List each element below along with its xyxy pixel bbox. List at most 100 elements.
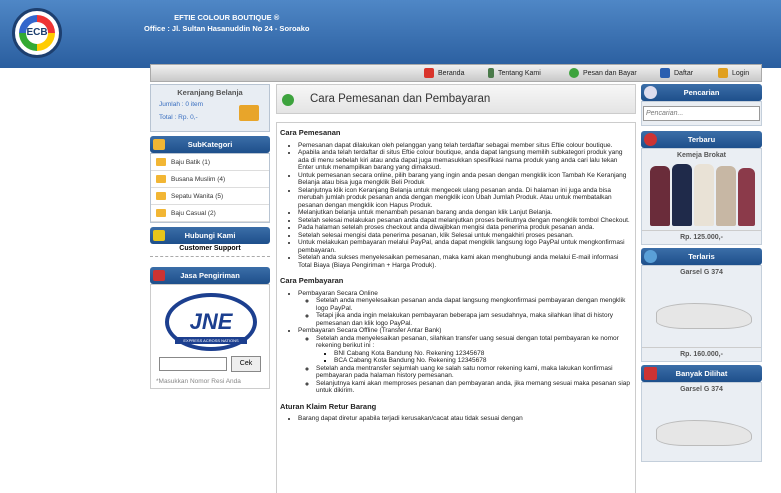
page-title: Cara Pemesanan dan Pembayaran (310, 93, 491, 105)
logo-text: ECB (26, 22, 48, 44)
product-name[interactable]: Garsel G 374 (642, 266, 761, 279)
list-item: Pada halaman setelah proses checkout and… (298, 224, 632, 232)
cart-title: Keranjang Belanja (177, 88, 243, 97)
jne-logo-sub: EXPRESS ACROSS NATIONS (175, 337, 247, 344)
product-image[interactable] (646, 396, 757, 464)
cart-icon[interactable] (239, 105, 259, 121)
list-item: Pemesanan dapat dilakukan oleh pelanggan… (298, 142, 632, 150)
brand: EFTIE COLOUR BOUTIQUE ® Office : Jl. Sul… (144, 12, 309, 34)
sms-icon (153, 230, 165, 241)
retur-list: Barang dapat diretur apabila terjadi ker… (294, 415, 632, 423)
terbaru-box: Kemeja Brokat Rp. 125.000,- (641, 148, 762, 245)
nav-beranda[interactable]: Beranda (424, 68, 464, 78)
list-item-text: Setelah anda menyelesaikan pesanan, sila… (316, 334, 619, 350)
list-item: Barang dapat diretur apabila terjadi ker… (298, 415, 632, 423)
terbaru-header: Terbaru (641, 131, 762, 148)
customer-support[interactable]: Customer Support (150, 244, 270, 257)
list-item: Untuk melakukan pembayaran melalui PayPa… (298, 239, 632, 254)
folder-icon (153, 139, 165, 150)
resi-note: *Masukkan Nomor Resi Anda (156, 378, 241, 385)
list-item-title: Pembayaran Secara Offline (Transfer Anta… (298, 327, 442, 334)
nav-label: Beranda (438, 69, 465, 77)
cart-total: Total : Rp. 0,- (159, 114, 198, 121)
jne-box: JNE EXPRESS ACROSS NATIONS Cek *Masukkan… (150, 284, 270, 389)
pembayaran-list: Pembayaran Secara Online Setelah anda me… (294, 290, 632, 395)
shoe-shape (656, 420, 752, 446)
bank-item: BNI Cabang Kota Bandung No. Rekening 123… (334, 350, 632, 358)
lock-icon (718, 68, 728, 78)
nav-label: Login (732, 69, 750, 77)
search-input[interactable]: Pencarian... (643, 106, 760, 121)
list-item: Setelah anda mentransfer sejumlah uang k… (316, 365, 632, 380)
order-icon (569, 68, 579, 78)
cek-button[interactable]: Cek (231, 356, 261, 372)
nav-daftar[interactable]: Daftar (660, 68, 693, 78)
sub-list: Setelah anda menyelesaikan pesanan anda … (312, 297, 632, 327)
jne-logo-text: JNE (189, 309, 233, 334)
subkategori-item[interactable]: Baju Casual (2) (151, 205, 269, 222)
site-logo[interactable]: ECB (12, 8, 62, 58)
cart-box: Keranjang Belanja Jumlah : 0 item Total … (150, 84, 270, 132)
terlaris-title: Terlaris (688, 252, 715, 261)
pemesanan-list: Pemesanan dapat dilakukan oleh pelanggan… (294, 142, 632, 270)
jasa-title: Jasa Pengiriman (180, 271, 240, 280)
home-icon (424, 68, 434, 78)
resi-input[interactable] (159, 357, 227, 371)
hubungi-header: Hubungi Kami (150, 227, 270, 244)
list-item: Setelah anda sukses menyelesaikan pemesa… (298, 254, 632, 269)
garment-shape (716, 166, 736, 226)
section-heading: Cara Pembayaran (280, 276, 344, 285)
list-item: Melanjutkan belanja untuk menambah pesan… (298, 209, 632, 217)
content-area: Cara Pemesanan Pemesanan dapat dilakukan… (276, 122, 636, 493)
nav-pesan-bayar[interactable]: Pesan dan Bayar (569, 68, 637, 78)
garment-shape (672, 164, 692, 226)
nav-label: Pesan dan Bayar (583, 69, 637, 77)
product-image[interactable] (646, 279, 757, 347)
subkategori-item[interactable]: Baju Batik (1) (151, 154, 269, 171)
brand-address: Office : Jl. Sultan Hasanuddin No 24 - S… (144, 24, 310, 33)
site-header: ECB EFTIE COLOUR BOUTIQUE ® Office : Jl.… (0, 0, 781, 68)
cart-count: Jumlah : 0 item (159, 101, 204, 108)
list-item: Untuk pemesanan secara online, pilih bar… (298, 172, 632, 187)
top-navbar: Beranda Tentang Kami Pesan dan Bayar Daf… (150, 64, 762, 82)
shoe-shape (656, 303, 752, 329)
register-icon (660, 68, 670, 78)
pencarian-title: Pencarian (683, 88, 720, 97)
list-item: Setelah selesai melakukan pesanan anda d… (298, 217, 632, 225)
bank-item: BCA Cabang Kota Bandung No. Rekening 123… (334, 357, 632, 365)
product-name[interactable]: Garsel G 374 (642, 383, 761, 396)
pencarian-header: Pencarian (641, 84, 762, 101)
star-icon (644, 367, 657, 380)
list-item: Setelah anda menyelesaikan pesanan, sila… (316, 335, 632, 365)
product-image[interactable] (646, 162, 757, 230)
banyak-dilihat-title: Banyak Dilihat (675, 369, 728, 378)
subkategori-title: SubKategori (187, 140, 233, 149)
banyak-dilihat-header: Banyak Dilihat (641, 365, 762, 382)
brand-name: EFTIE COLOUR BOUTIQUE ® (174, 13, 280, 22)
subkategori-list: Baju Batik (1) Busana Muslim (4) Sepatu … (150, 153, 270, 223)
product-name[interactable]: Kemeja Brokat (642, 149, 761, 162)
subkategori-header: SubKategori (150, 136, 270, 153)
page-icon (282, 94, 294, 106)
subkategori-item[interactable]: Busana Muslim (4) (151, 171, 269, 188)
terbaru-title: Terbaru (687, 135, 716, 144)
nav-login[interactable]: Login (718, 68, 749, 78)
list-item: Tetapi jika anda ingin melakukan pembaya… (316, 312, 632, 327)
nav-label: Tentang Kami (498, 69, 541, 77)
list-item: Setelah selesai mengisi data penerima pe… (298, 232, 632, 240)
main-panel: Cara Pemesanan dan Pembayaran (276, 84, 636, 114)
sub-list: Setelah anda menyelesaikan pesanan, sila… (312, 335, 632, 395)
pencarian-box: Pencarian... (641, 101, 762, 126)
list-item: Selanjutnya klik icon Keranjang Belanja … (298, 187, 632, 210)
bank-list: BNI Cabang Kota Bandung No. Rekening 123… (330, 350, 632, 365)
product-price: Rp. 160.000,- (642, 347, 761, 361)
section-heading: Cara Pemesanan (280, 128, 341, 137)
garment-shape (738, 168, 755, 226)
section-heading: Aturan Klaim Retur Barang (280, 401, 377, 411)
nav-tentang-kami[interactable]: Tentang Kami (488, 68, 541, 78)
product-price: Rp. 125.000,- (642, 230, 761, 244)
nav-label: Daftar (674, 69, 694, 77)
jasa-header: Jasa Pengiriman (150, 267, 270, 284)
subkategori-item[interactable]: Sepatu Wanita (5) (151, 188, 269, 205)
list-item: Selanjutnya kami akan memproses pesanan … (316, 380, 632, 395)
